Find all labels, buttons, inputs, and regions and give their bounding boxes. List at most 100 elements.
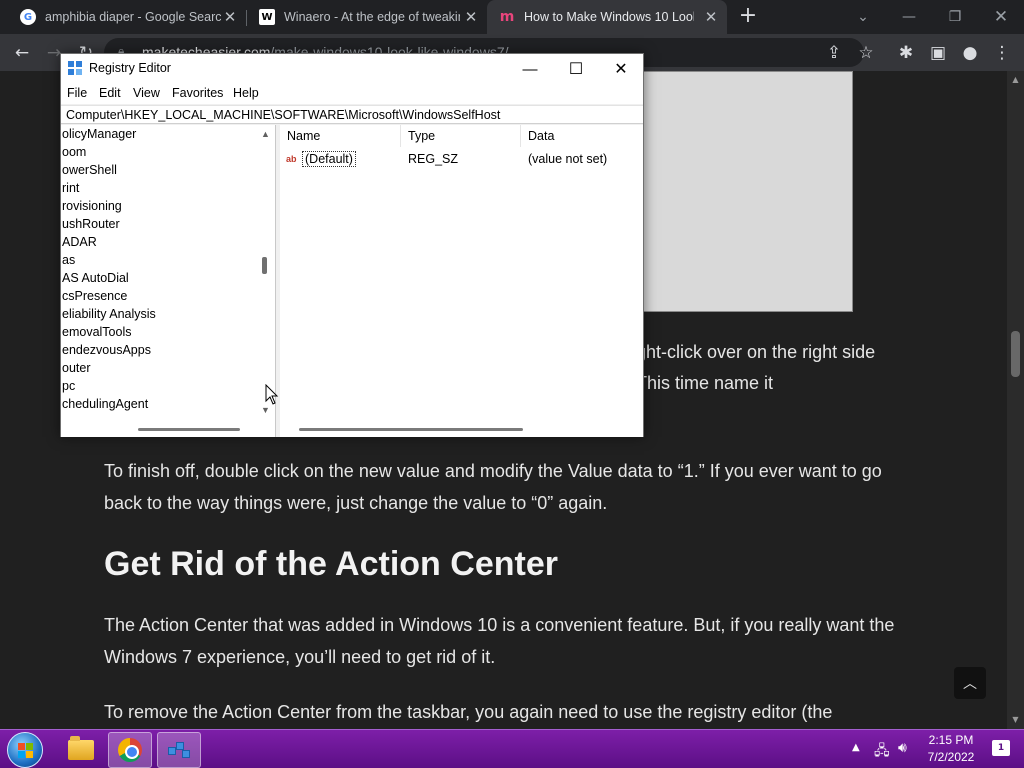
tree-item[interactable]: AS AutoDial: [62, 271, 129, 285]
menu-bar: File Edit View Favorites Help: [61, 84, 643, 104]
column-header-type[interactable]: Type: [401, 125, 521, 147]
tree-item[interactable]: ushRouter: [62, 217, 120, 231]
menu-favorites[interactable]: Favorites: [172, 86, 223, 100]
tree-item[interactable]: eliability Analysis: [62, 307, 156, 321]
tree-item[interactable]: oom: [62, 145, 86, 159]
window-title: Registry Editor: [89, 61, 171, 75]
scroll-up-icon[interactable]: ▲: [259, 129, 272, 139]
tree-item[interactable]: outer: [62, 361, 91, 375]
registry-editor-taskbar-button[interactable]: [157, 732, 201, 768]
taskbar: ▲ 🖧︎ 🔊︎ 2:15 PM 7/2/2022 1: [0, 729, 1024, 768]
menu-help[interactable]: Help: [233, 86, 259, 100]
tab-maketecheasier[interactable]: m How to Make Windows 10 Look Like Windo…: [487, 0, 727, 34]
address-path: Computer\HKEY_LOCAL_MACHINE\SOFTWARE\Mic…: [66, 108, 501, 122]
tree-item[interactable]: ADAR: [62, 235, 97, 249]
winaero-favicon-icon: W: [259, 9, 275, 25]
minimize-icon[interactable]: —: [886, 0, 932, 34]
article-paragraph: To remove the Action Center from the tas…: [104, 702, 833, 722]
tree-vertical-scrollbar[interactable]: ▲ ▼: [259, 125, 272, 422]
tree-item[interactable]: rint: [62, 181, 79, 195]
tree-item[interactable]: pc: [62, 379, 75, 393]
scroll-up-icon[interactable]: ▲: [1007, 75, 1024, 84]
value-name[interactable]: (Default): [302, 151, 356, 167]
file-explorer-button[interactable]: [59, 732, 103, 768]
scroll-down-icon[interactable]: ▼: [259, 405, 272, 415]
title-bar[interactable]: Registry Editor — ☐ ✕: [61, 54, 643, 84]
folder-icon: [68, 736, 94, 760]
chrome-taskbar-button[interactable]: [108, 732, 152, 768]
close-window-icon[interactable]: ✕: [978, 0, 1024, 34]
notifications-icon[interactable]: 1: [992, 740, 1010, 756]
values-horizontal-scrollbar[interactable]: [280, 424, 643, 435]
system-clock[interactable]: 2:15 PM 7/2/2022: [916, 732, 986, 766]
scroll-to-top-button[interactable]: ︿: [954, 667, 986, 699]
bookmark-star-icon[interactable]: ☆: [854, 41, 878, 65]
menu-file[interactable]: File: [67, 86, 87, 100]
profile-icon[interactable]: ●: [958, 41, 982, 65]
side-panel-icon[interactable]: ▣: [926, 41, 950, 65]
clock-time: 2:15 PM: [928, 733, 974, 747]
new-tab-button[interactable]: +: [736, 5, 760, 29]
network-icon[interactable]: 🖧︎: [874, 740, 890, 764]
share-icon[interactable]: ⇪: [822, 41, 846, 65]
close-tab-icon[interactable]: ✕: [463, 9, 479, 25]
close-tab-icon[interactable]: ✕: [222, 9, 238, 25]
close-tab-icon[interactable]: ✕: [703, 9, 719, 25]
scroll-thumb[interactable]: [262, 257, 267, 274]
string-value-icon: ab: [286, 154, 297, 164]
scroll-down-icon[interactable]: ▼: [1007, 715, 1024, 724]
values-pane: Name Type Data ab (Default) REG_SZ (valu…: [280, 125, 643, 437]
tab-winaero[interactable]: W Winaero - At the edge of tweaking ✕: [247, 0, 487, 34]
column-header-name[interactable]: Name: [280, 125, 401, 147]
registry-editor-icon: [166, 739, 192, 761]
column-header-data[interactable]: Data: [521, 125, 643, 147]
scroll-thumb[interactable]: [299, 428, 523, 431]
start-button[interactable]: [7, 732, 43, 768]
article-text-fragment: ght-click over on the right side: [636, 342, 876, 362]
article-paragraph: The Action Center that was added in Wind…: [104, 615, 895, 667]
tree-item[interactable]: endezvousApps: [62, 343, 151, 357]
google-favicon-icon: G: [20, 9, 36, 25]
volume-icon[interactable]: 🔊︎: [898, 740, 907, 756]
tab-google-search[interactable]: G amphibia diaper - Google Search ✕: [0, 0, 246, 34]
maximize-icon[interactable]: ☐: [553, 54, 599, 84]
restore-icon[interactable]: ❐: [932, 0, 978, 34]
value-data: (value not set): [528, 152, 608, 166]
scroll-thumb[interactable]: [1011, 331, 1020, 377]
tab-search-icon[interactable]: ⌄: [840, 0, 886, 34]
registry-editor-window: Registry Editor — ☐ ✕ File Edit View Fav…: [60, 53, 644, 437]
tab-title: Winaero - At the edge of tweaking: [284, 10, 460, 24]
tab-title: How to Make Windows 10 Look Like Windows…: [524, 10, 694, 24]
menu-edit[interactable]: Edit: [99, 86, 121, 100]
article-text-fragment: This time name it: [636, 373, 774, 393]
tree-horizontal-scrollbar[interactable]: [61, 424, 272, 435]
value-type: REG_SZ: [408, 152, 459, 166]
page-scrollbar[interactable]: ▲ ▼: [1007, 71, 1024, 729]
section-heading: Get Rid of the Action Center: [104, 545, 558, 583]
chrome-icon: [118, 738, 142, 762]
mouse-cursor-icon: [265, 384, 279, 405]
address-bar[interactable]: Computer\HKEY_LOCAL_MACHINE\SOFTWARE\Mic…: [61, 105, 643, 124]
tree-item[interactable]: rovisioning: [62, 199, 122, 213]
menu-kebab-icon[interactable]: ⋮: [990, 41, 1014, 65]
browser-tab-strip: G amphibia diaper - Google Search ✕ W Wi…: [0, 0, 1024, 34]
tree-item[interactable]: olicyManager: [62, 127, 136, 141]
clock-date: 7/2/2022: [927, 750, 975, 764]
minimize-icon[interactable]: —: [507, 54, 553, 84]
menu-view[interactable]: View: [133, 86, 160, 100]
registry-editor-icon: [68, 61, 83, 76]
key-tree-pane: olicyManager oom owerShell rint rovision…: [61, 125, 276, 437]
tree-item[interactable]: owerShell: [62, 163, 117, 177]
tree-item[interactable]: as: [62, 253, 75, 267]
extensions-icon[interactable]: ✱: [894, 41, 918, 65]
mte-favicon-icon: m: [499, 9, 515, 25]
close-icon[interactable]: ✕: [598, 54, 644, 84]
tree-item[interactable]: csPresence: [62, 289, 127, 303]
scroll-thumb[interactable]: [138, 428, 240, 431]
tab-title: amphibia diaper - Google Search: [45, 10, 221, 24]
tree-item[interactable]: emovalTools: [62, 325, 131, 339]
show-hidden-icons[interactable]: ▲: [852, 742, 860, 753]
tree-item[interactable]: chedulingAgent: [62, 397, 148, 411]
article-paragraph: To finish off, double click on the new v…: [104, 461, 882, 513]
back-icon[interactable]: ←: [10, 41, 34, 65]
